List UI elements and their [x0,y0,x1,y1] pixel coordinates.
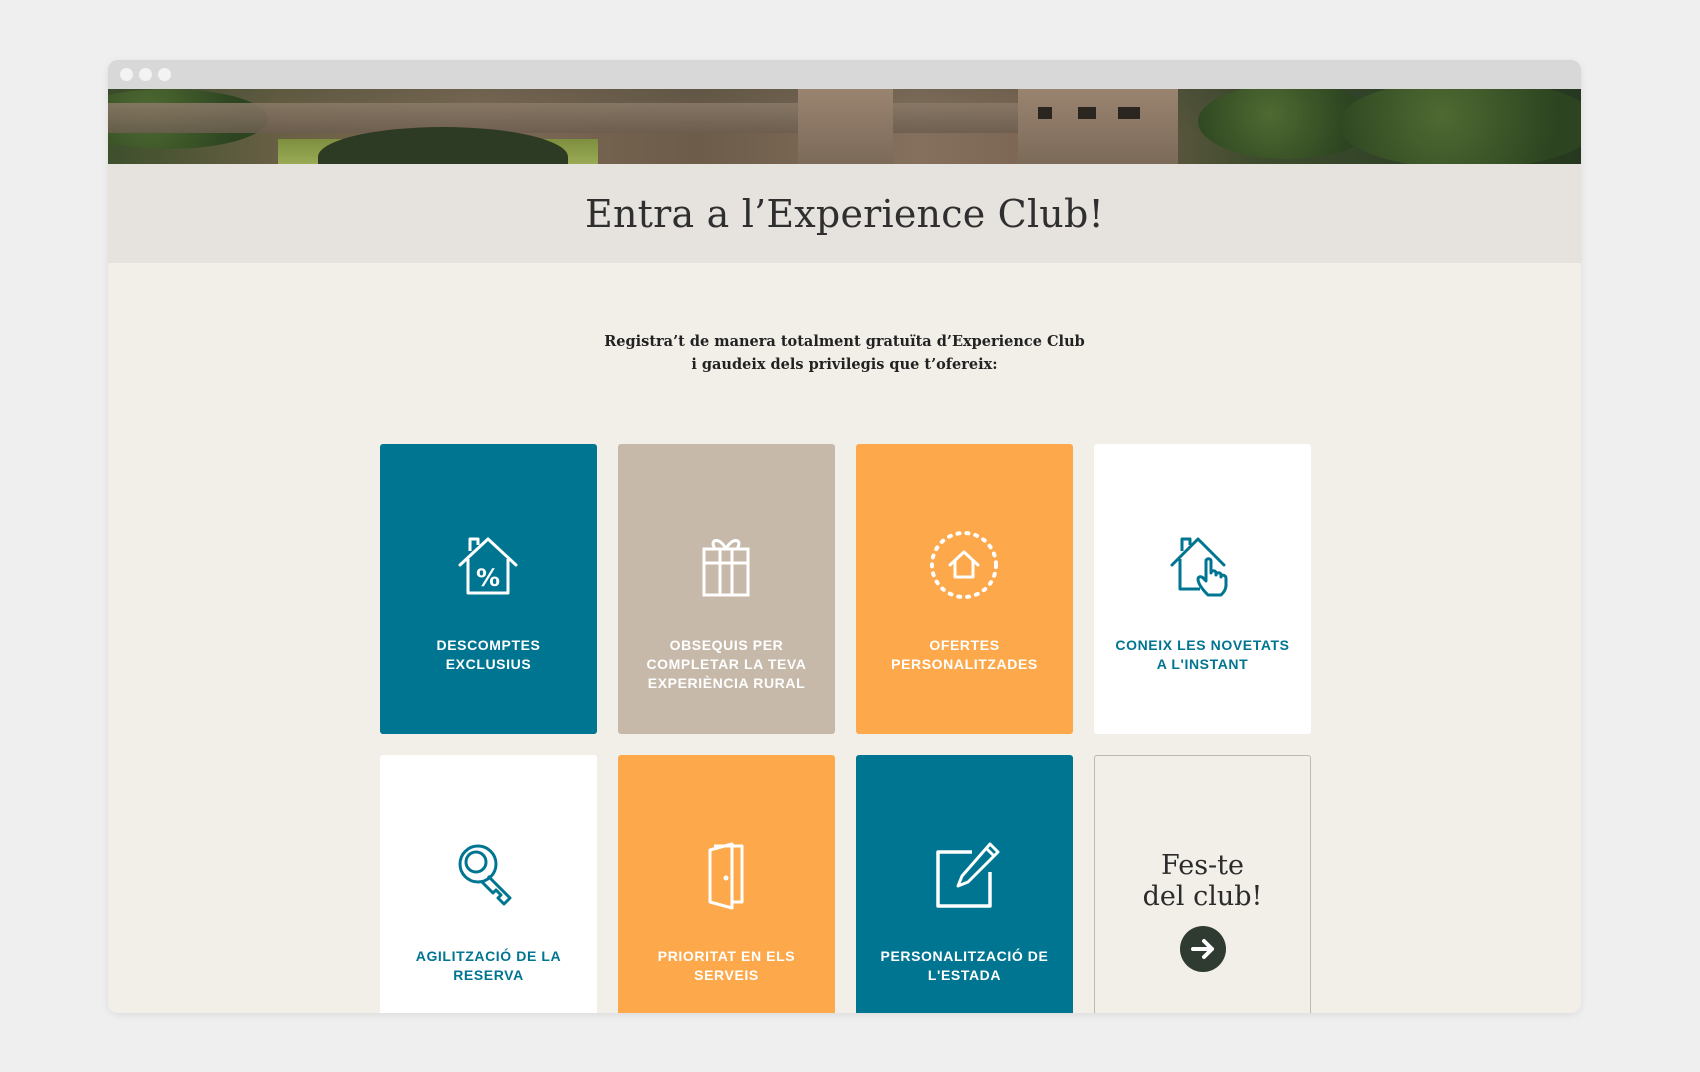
benefit-label: PERSONALITZACIÓ DE L'ESTADA [866,947,1063,985]
intro-text: Registra’t de manera totalment gratuïta … [108,330,1581,376]
benefit-card-discounts[interactable]: % DESCOMPTES EXCLUSIUS [380,444,597,734]
benefit-card-personalization[interactable]: PERSONALITZACIÓ DE L'ESTADA [856,755,1073,1013]
benefit-card-gifts[interactable]: OBSEQUIS PER COMPLETAR LA TEVA EXPERIÈNC… [618,444,835,734]
gift-icon [702,539,750,597]
label-line: PERSONALITZACIÓ DE [880,948,1049,964]
pencil-square-icon [936,842,1000,908]
label-line: EXPERIÈNCIA RURAL [647,675,806,691]
label-line: OBSEQUIS PER [669,637,784,653]
svg-text:%: % [476,564,500,592]
hero-image [108,89,1581,164]
benefit-card-offers[interactable]: OFERTES PERSONALITZADES [856,444,1073,734]
label-line: AGILITZACIÓ DE LA [415,948,562,964]
hero-tower [798,89,893,164]
join-club-text: Fes-te del club! [1095,850,1310,912]
hero-window [1118,107,1140,119]
house-percent-icon: % [458,537,518,595]
hero-window [1078,107,1096,119]
benefit-label: AGILITZACIÓ DE LA RESERVA [390,947,587,985]
benefit-label: OBSEQUIS PER COMPLETAR LA TEVA EXPERIÈNC… [628,636,825,693]
arrow-right-icon [1191,939,1214,959]
benefit-label: DESCOMPTES EXCLUSIUS [390,636,587,674]
join-club-card[interactable]: Fes-te del club! [1094,755,1311,1013]
label-line: A L'INSTANT [1156,656,1249,672]
hero-window [1038,107,1052,119]
label-line: RESERVA [453,967,524,983]
label-line: EXCLUSIUS [445,656,532,672]
intro-line: i gaudeix dels privilegis que t’ofereix: [691,356,998,373]
cta-line: Fes-te [1160,850,1245,881]
key-icon [458,844,512,906]
hero-bridge [108,103,1038,133]
benefit-card-news[interactable]: CONEIX LES NOVETATS A L'INSTANT [1094,444,1311,734]
house-circle-icon [930,531,998,599]
label-line: PERSONALITZADES [891,656,1038,672]
hero-tower [1018,89,1178,164]
label-line: PRIORITAT EN ELS [657,948,796,964]
label-line: OFERTES [929,637,1000,653]
window-dot[interactable] [120,68,133,81]
house-hand-icon [1170,537,1228,597]
benefit-label: OFERTES PERSONALITZADES [866,636,1063,674]
label-line: SERVEIS [694,967,759,983]
page-title: Entra a l’Experience Club! [585,191,1104,236]
join-club-button[interactable] [1180,926,1226,972]
title-band: Entra a l’Experience Club! [108,164,1581,263]
benefit-label: CONEIX LES NOVETATS A L'INSTANT [1104,636,1301,674]
label-line: CONEIX LES NOVETATS [1115,637,1290,653]
benefit-label: PRIORITAT EN ELS SERVEIS [628,947,825,985]
label-line: COMPLETAR LA TEVA [646,656,807,672]
window-dot[interactable] [158,68,171,81]
label-line: L'ESTADA [927,967,1002,983]
label-line: DESCOMPTES [436,637,541,653]
hero-trees [1338,89,1581,164]
window-dot[interactable] [139,68,152,81]
browser-chrome [108,60,1581,89]
benefit-card-priority[interactable]: PRIORITAT EN ELS SERVEIS [618,755,835,1013]
door-icon [708,842,744,910]
browser-window: Entra a l’Experience Club! Registra’t de… [108,60,1581,1013]
cta-line: del club! [1142,881,1263,912]
benefit-card-booking[interactable]: AGILITZACIÓ DE LA RESERVA [380,755,597,1013]
intro-line: Registra’t de manera totalment gratuïta … [604,333,1085,350]
